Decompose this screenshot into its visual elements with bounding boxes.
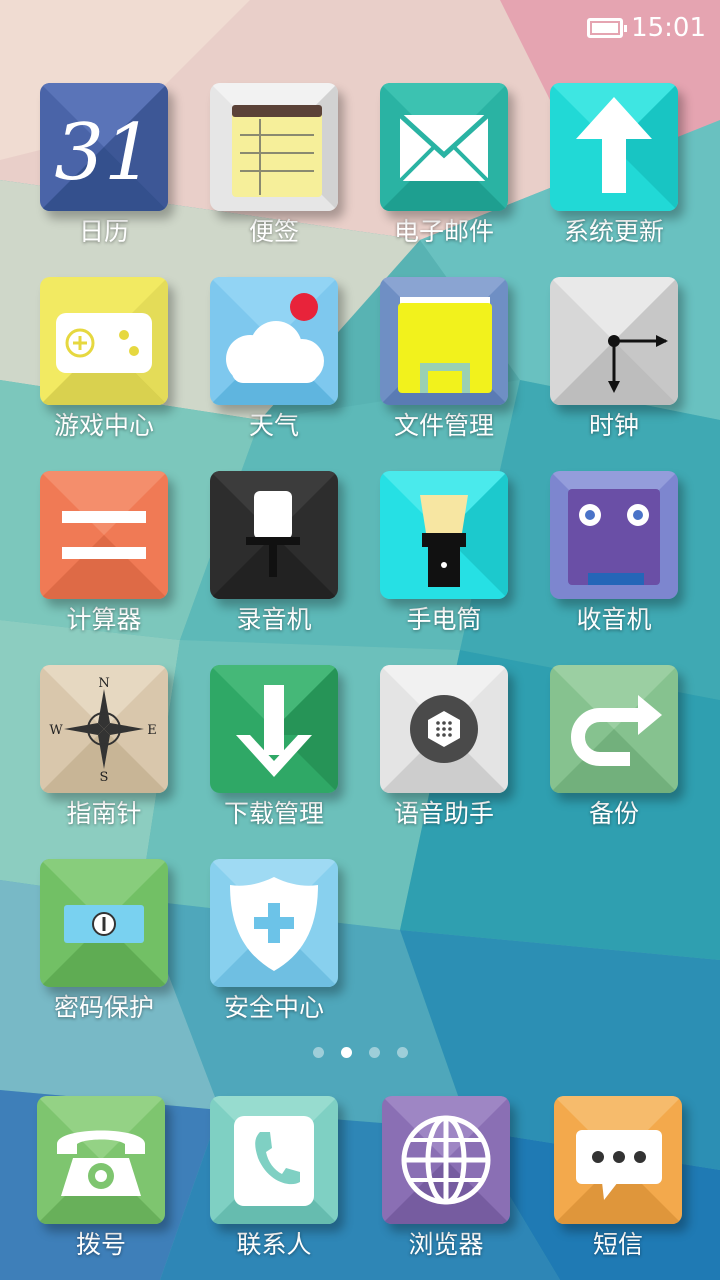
dock-app-dialer[interactable]: 拨号	[16, 1096, 186, 1276]
page-dot[interactable]	[312, 1047, 324, 1058]
app-label: 浏览器	[408, 1230, 484, 1259]
app-system-update[interactable]: 系统更新	[529, 83, 699, 273]
notepad-icon	[210, 83, 338, 211]
app-label: 游戏中心	[53, 411, 154, 440]
globe-icon	[382, 1096, 510, 1224]
equals-icon	[40, 471, 168, 599]
app-password-protection[interactable]: 密码保护	[19, 859, 189, 1049]
app-notes[interactable]: 便签	[189, 83, 359, 273]
compass-south: S	[100, 770, 109, 785]
app-voice-assistant[interactable]: 语音助手	[359, 665, 529, 855]
app-flashlight[interactable]: 手电筒	[359, 471, 529, 661]
gamepad-icon	[40, 277, 168, 405]
app-label: 文件管理	[393, 411, 494, 440]
calendar-icon: 31	[40, 83, 168, 211]
app-label: 收音机	[576, 605, 652, 634]
dock-app-contacts[interactable]: 联系人	[189, 1096, 359, 1276]
voice-assistant-icon	[380, 665, 508, 793]
page-dot-active[interactable]	[340, 1047, 352, 1058]
clock-icon	[550, 277, 678, 405]
app-label: 计算器	[66, 605, 142, 634]
flashlight-icon	[380, 471, 508, 599]
app-label: 密码保护	[53, 993, 154, 1022]
app-label: 语音助手	[393, 799, 494, 828]
app-label: 日历	[78, 217, 129, 246]
app-compass[interactable]: N E S W 指南针	[19, 665, 189, 855]
microphone-icon	[210, 471, 338, 599]
shield-icon	[210, 859, 338, 987]
radio-icon	[550, 471, 678, 599]
app-label: 便签	[248, 217, 299, 246]
app-download-manager[interactable]: 下载管理	[189, 665, 359, 855]
app-radio[interactable]: 收音机	[529, 471, 699, 661]
app-recorder[interactable]: 录音机	[189, 471, 359, 661]
status-time: 15:01	[631, 13, 706, 43]
dock-app-messages[interactable]: 短信	[533, 1096, 703, 1276]
app-label: 短信	[592, 1230, 643, 1259]
app-email[interactable]: 电子邮件	[359, 83, 529, 273]
battery-icon	[587, 18, 628, 38]
app-label: 联系人	[236, 1230, 312, 1259]
app-weather[interactable]: 天气	[189, 277, 359, 467]
app-label: 指南针	[66, 799, 142, 828]
app-label: 拨号	[75, 1230, 126, 1259]
app-label: 天气	[248, 411, 299, 440]
app-clock[interactable]: 时钟	[529, 277, 699, 467]
phone-icon	[37, 1096, 165, 1224]
app-calendar[interactable]: 31 日历	[19, 83, 189, 273]
page-indicator[interactable]	[0, 1047, 720, 1063]
app-label: 备份	[588, 799, 639, 828]
download-arrow-icon	[210, 665, 338, 793]
page-dot[interactable]	[368, 1047, 380, 1058]
app-label: 安全中心	[223, 993, 324, 1022]
calendar-date: 31	[54, 108, 153, 198]
app-backup[interactable]: 备份	[529, 665, 699, 855]
app-security-center[interactable]: 安全中心	[189, 859, 359, 1049]
app-label: 下载管理	[223, 799, 324, 828]
backup-arrow-icon	[550, 665, 678, 793]
app-label: 时钟	[588, 411, 639, 440]
compass-icon: N E S W	[40, 665, 168, 793]
cloud-icon	[210, 277, 338, 405]
mail-icon	[380, 83, 508, 211]
compass-west: W	[49, 723, 63, 738]
app-label: 系统更新	[563, 217, 664, 246]
dock-app-browser[interactable]: 浏览器	[361, 1096, 531, 1276]
app-game-center[interactable]: 游戏中心	[19, 277, 189, 467]
arrow-up-icon	[550, 83, 678, 211]
app-label: 录音机	[236, 605, 312, 634]
app-file-manager[interactable]: 文件管理	[359, 277, 529, 467]
app-label: 手电筒	[406, 605, 482, 634]
compass-east: E	[147, 723, 157, 738]
compass-north: N	[98, 676, 109, 691]
message-bubble-icon	[554, 1096, 682, 1224]
password-lock-icon	[40, 859, 168, 987]
app-label: 电子邮件	[393, 217, 494, 246]
floppy-disk-icon	[380, 277, 508, 405]
page-dot[interactable]	[396, 1047, 408, 1058]
status-bar: 15:01	[0, 0, 720, 56]
app-calculator[interactable]: 计算器	[19, 471, 189, 661]
contacts-phone-icon	[210, 1096, 338, 1224]
